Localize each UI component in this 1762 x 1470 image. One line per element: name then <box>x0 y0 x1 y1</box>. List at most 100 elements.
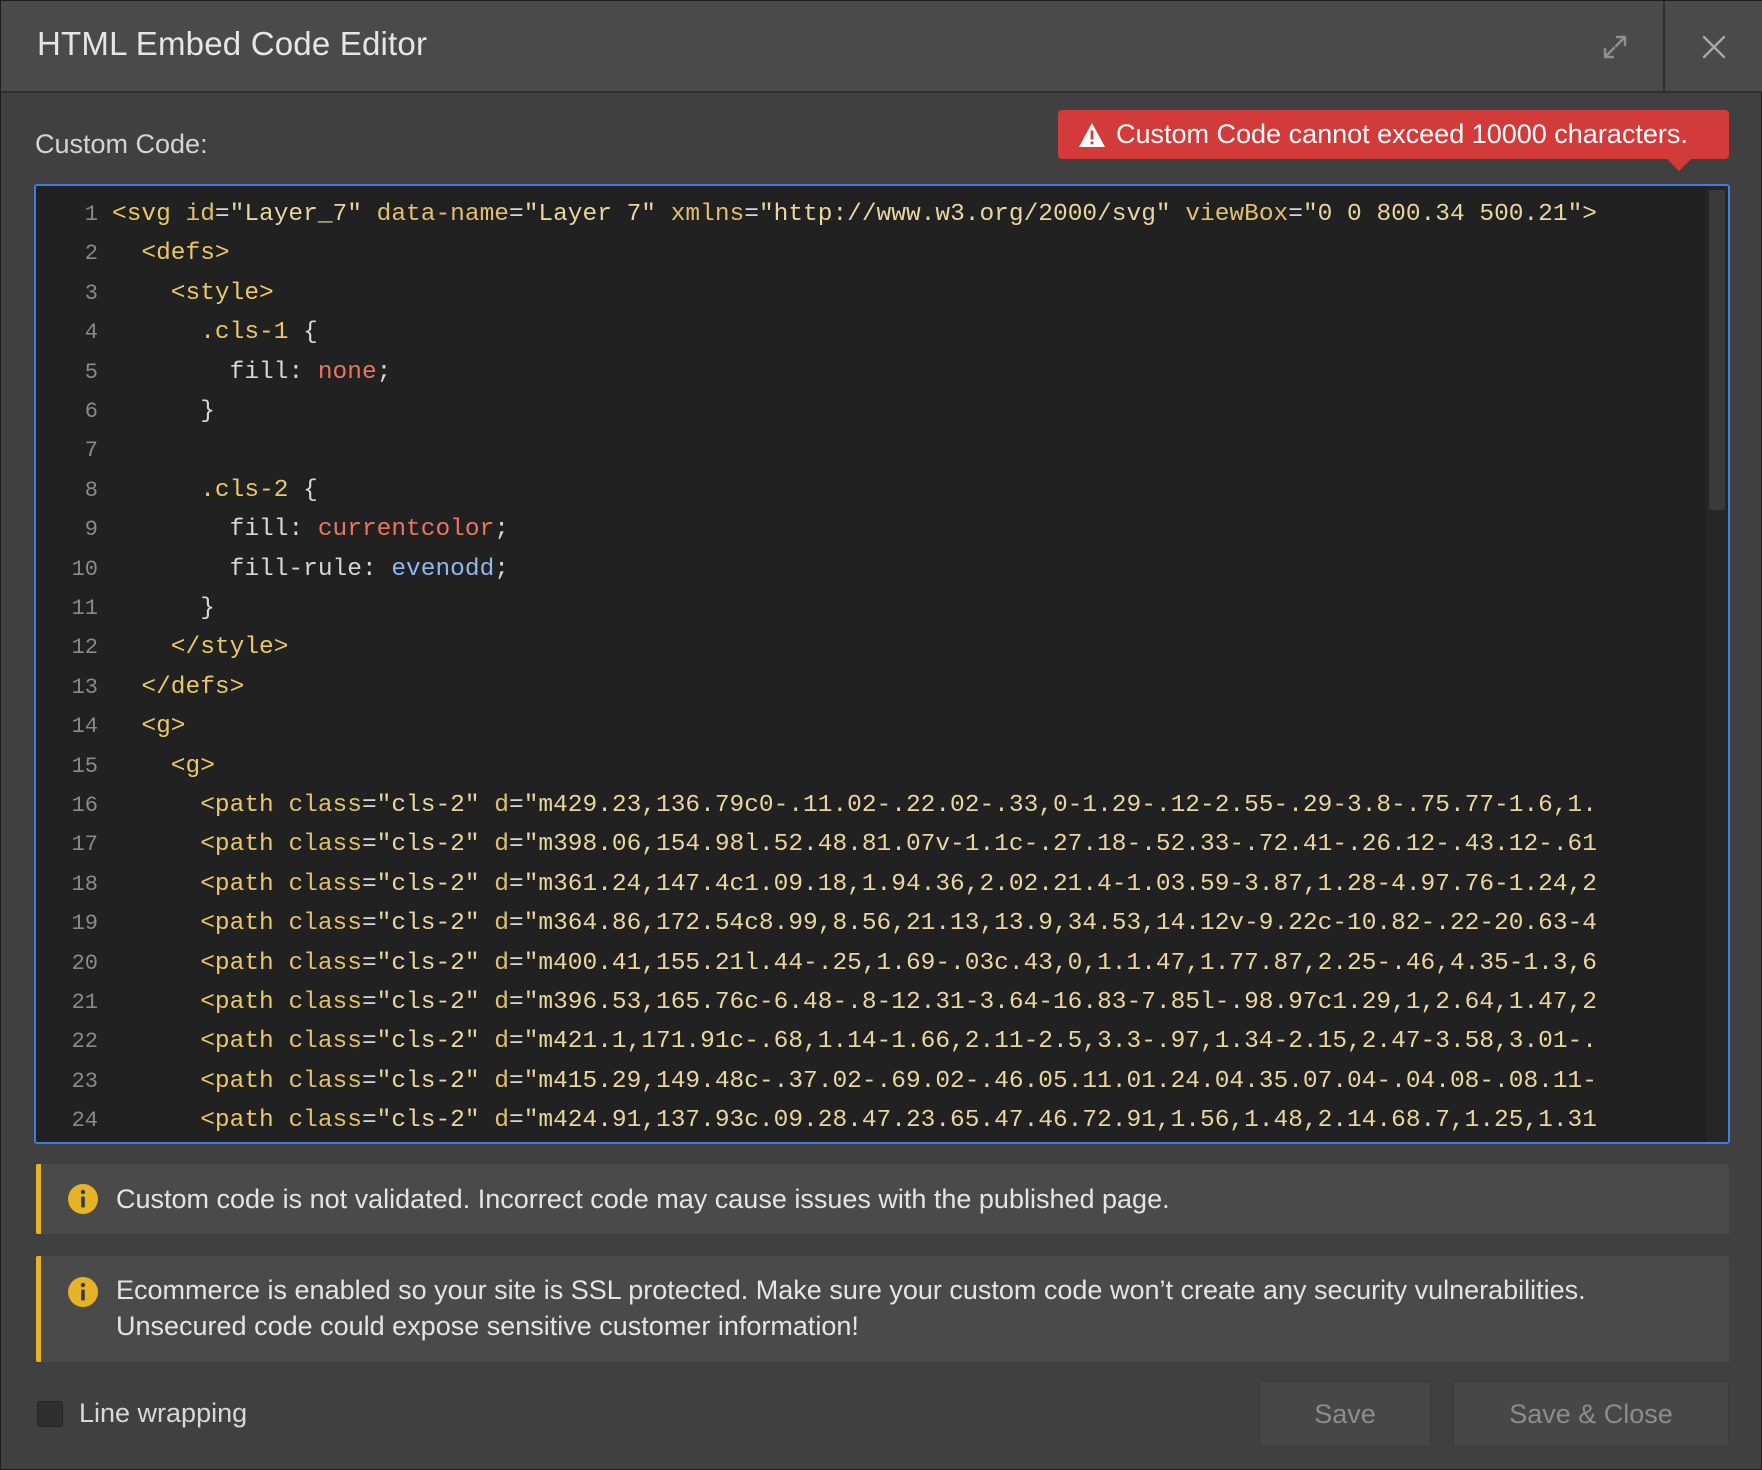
code-token: = <box>508 870 524 898</box>
code-token: = <box>508 1028 524 1056</box>
code-token: class <box>288 792 362 819</box>
notice-line: Ecommerce is enabled so your site is SSL… <box>116 1275 1586 1305</box>
code-token: "cls-2" <box>376 989 495 1016</box>
code-token: currentcolor <box>317 516 495 544</box>
editor-scrollbar[interactable] <box>1706 186 1728 1142</box>
line-number: 8 <box>84 477 98 503</box>
line-number: 15 <box>71 753 98 779</box>
line-number: 2 <box>84 241 98 267</box>
code-token: { <box>303 476 318 504</box>
code-token: d <box>494 910 509 938</box>
code-token: <g> <box>112 713 186 741</box>
code-line: .cls-2 { <box>112 471 1706 511</box>
line-number-gutter: 1 2 3 4 5 6 7 8 9 10 11 12 13 14 15 16 17 18 19 20 21 22 23 24 <box>36 186 108 1142</box>
code-token: "m429.23,136.79c0-.11.02-.22.02-.33,0-1.… <box>523 792 1597 819</box>
error-tooltip: Custom Code cannot exceed 10000 characte… <box>1058 110 1729 171</box>
line-number: 13 <box>71 674 98 700</box>
code-token: : <box>288 358 318 386</box>
line-wrapping-label[interactable]: Line wrapping <box>79 1398 247 1429</box>
code-token: "cls-2" <box>376 910 495 938</box>
code-token: "m421.1,171.91c-.68,1.14-1.66,2.11-2.5,3… <box>523 1028 1597 1056</box>
code-token: = <box>508 792 524 819</box>
code-line: <style> <box>112 274 1706 314</box>
ecommerce-ssl-notice: Ecommerce is enabled so your site is SSL… <box>36 1256 1729 1362</box>
code-line: <path class="cls-2" d="m415.29,149.48c-.… <box>112 1062 1706 1102</box>
notice-text: Ecommerce is enabled so your site is SSL… <box>116 1272 1586 1344</box>
line-number: 20 <box>71 950 98 976</box>
warning-icon <box>1079 122 1105 147</box>
code-line: <g> <box>112 747 1706 787</box>
code-token: <path <box>112 831 289 859</box>
code-token: <path <box>112 792 289 819</box>
code-token: = <box>508 201 524 228</box>
info-icon <box>68 1277 98 1307</box>
line-number: 18 <box>71 871 98 897</box>
code-token: = <box>361 910 377 938</box>
code-token: d <box>494 1067 509 1095</box>
code-token: d <box>494 989 509 1016</box>
line-number: 24 <box>71 1108 98 1134</box>
code-token: class <box>288 1107 362 1135</box>
code-token: class <box>288 1028 362 1056</box>
code-token: "m364.86,172.54c8.99,8.56,21.13,13.9,34.… <box>523 910 1597 938</box>
save-button[interactable]: Save <box>1259 1381 1431 1447</box>
code-token: "cls-2" <box>376 870 495 898</box>
code-line: } <box>112 392 1706 432</box>
close-button[interactable] <box>1663 1 1762 93</box>
line-number: 19 <box>71 911 98 937</box>
code-token: = <box>361 1028 377 1056</box>
code-line: </style> <box>112 628 1706 668</box>
line-number: 3 <box>84 280 98 306</box>
code-content[interactable]: <svg id="Layer_7" data-name="Layer 7" xm… <box>112 186 1706 1142</box>
code-token: "m424.91,137.93c.09.28.47.23.65.47.46.72… <box>523 1107 1597 1135</box>
save-and-close-button[interactable]: Save & Close <box>1453 1381 1729 1447</box>
code-token: "cls-2" <box>376 949 495 977</box>
line-number: 21 <box>71 990 98 1015</box>
code-token: xmlns <box>670 201 745 228</box>
code-token: "Layer 7" <box>523 201 671 228</box>
line-number: 11 <box>71 596 98 621</box>
code-token: = <box>361 831 377 859</box>
code-token: : <box>288 516 318 544</box>
code-line: fill-rule: evenodd; <box>112 550 1706 590</box>
code-token: = <box>361 1107 377 1135</box>
code-token: fill <box>112 516 289 544</box>
line-number: 4 <box>84 320 98 346</box>
scrollbar-thumb[interactable] <box>1709 190 1725 510</box>
code-token: = <box>508 910 524 938</box>
code-token: "m400.41,155.21l.44-.25,1.69-.03c.43,0,1… <box>523 949 1597 977</box>
code-token: d <box>494 831 509 859</box>
line-number: 9 <box>84 517 98 543</box>
code-token: { <box>303 319 318 347</box>
code-token: = <box>1288 201 1303 228</box>
code-token: "m398.06,154.98l.52.48.81.07v-1.1c-.27.1… <box>523 831 1597 859</box>
code-token: none <box>317 358 377 386</box>
close-icon <box>1702 35 1726 59</box>
code-token: <path <box>112 870 289 898</box>
code-line: <path class="cls-2" d="m429.23,136.79c0-… <box>112 786 1706 826</box>
code-token: "cls-2" <box>376 831 495 859</box>
code-token: <defs> <box>112 240 230 268</box>
code-token: .cls-1 <box>112 319 304 347</box>
code-token: = <box>508 1067 524 1095</box>
code-token: <style> <box>112 279 274 307</box>
line-number: 1 <box>84 202 98 227</box>
code-token: = <box>508 949 524 977</box>
code-token: .cls-2 <box>112 476 304 504</box>
code-token: "m415.29,149.48c-.37.02-.69.02-.46.05.11… <box>523 1067 1597 1095</box>
code-token: "m361.24,147.4c1.09.18,1.94.36,2.02.21.4… <box>523 870 1597 898</box>
error-message: Custom Code cannot exceed 10000 characte… <box>1116 119 1688 149</box>
code-token: = <box>744 201 759 228</box>
code-line: .cls-1 { <box>112 313 1706 353</box>
code-token: "cls-2" <box>376 1067 495 1095</box>
line-number: 7 <box>84 438 98 464</box>
code-editor[interactable]: 1 2 3 4 5 6 7 8 9 10 11 12 13 14 15 16 17 18 19 20 21 22 23 24 … <box>34 184 1730 1144</box>
code-token: ; <box>376 358 392 386</box>
expand-button[interactable] <box>1567 1 1663 93</box>
line-wrapping-checkbox[interactable] <box>37 1401 63 1427</box>
code-line: fill: currentcolor; <box>112 510 1706 550</box>
code-token: </style> <box>112 634 289 662</box>
code-token: class <box>288 1067 362 1095</box>
code-token: d <box>494 949 509 977</box>
